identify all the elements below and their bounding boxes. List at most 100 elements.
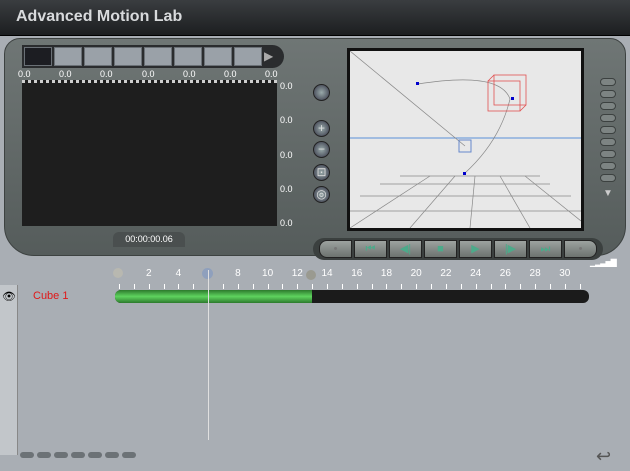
y-axis-label: 0.0 [280, 150, 293, 160]
play-button[interactable]: ▶ [459, 240, 492, 258]
strip-cell[interactable] [114, 47, 142, 66]
ruler-tick [119, 284, 120, 289]
ruler-tick [490, 284, 492, 289]
ruler-label: 2 [145, 268, 152, 279]
ruler-label: 26 [499, 268, 511, 279]
ruler-tick [282, 284, 284, 289]
ruler-label: 28 [529, 268, 541, 279]
time-display: 00:00:00.06 [113, 232, 185, 247]
strip-cell[interactable] [204, 47, 232, 66]
ruler-label: 14 [321, 268, 333, 279]
loop-button[interactable]: • [564, 240, 597, 258]
bottom-button[interactable] [88, 452, 102, 458]
x-axis-label: 0.0 [100, 69, 113, 79]
bottom-button[interactable] [20, 452, 34, 458]
strip-cell[interactable] [54, 47, 82, 66]
ruler-tick [520, 284, 522, 289]
ruler-tick [401, 284, 403, 289]
ruler-label: 18 [380, 268, 393, 279]
playhead-line[interactable] [208, 270, 210, 440]
track-bar[interactable] [115, 290, 589, 303]
side-button[interactable] [600, 138, 616, 146]
curve-thumbnail[interactable] [24, 47, 52, 66]
ruler-tick [148, 284, 150, 289]
ruler-tick [178, 284, 180, 289]
zoom-out-icon[interactable]: − [313, 141, 330, 158]
y-axis-label: 0.0 [280, 115, 293, 125]
track-name[interactable]: Cube 1 [33, 290, 68, 302]
ruler-label: 8 [235, 268, 241, 279]
ruler-tick [356, 284, 358, 289]
side-button[interactable] [600, 162, 616, 170]
ruler-tick [535, 284, 537, 289]
fit-icon[interactable]: ⊡ [313, 164, 330, 181]
volume-icon[interactable]: ▁▂▃▅▇ [590, 258, 617, 267]
side-button[interactable] [600, 90, 616, 98]
side-button[interactable] [600, 78, 616, 86]
visibility-eye-icon[interactable]: 👁 [2, 290, 16, 303]
3d-viewport[interactable] [347, 48, 584, 231]
frame-all-icon[interactable]: ◎ [313, 186, 330, 203]
step-back-button[interactable]: ◀| [389, 240, 422, 258]
start-marker[interactable] [113, 268, 123, 278]
ruler-tick [327, 284, 329, 289]
y-axis-label: 0.0 [280, 81, 293, 91]
bottom-button[interactable] [71, 452, 85, 458]
ruler-tick [223, 284, 225, 289]
y-axis-label: 0.0 [280, 184, 293, 194]
ruler-label: 22 [440, 268, 452, 279]
side-button[interactable] [600, 174, 616, 182]
strip-cell[interactable] [174, 47, 202, 66]
bottom-button[interactable] [105, 452, 119, 458]
bottom-button[interactable] [37, 452, 51, 458]
track-sidebar [0, 285, 18, 455]
x-axis-label: 0.0 [224, 69, 237, 79]
strip-cell[interactable] [84, 47, 112, 66]
ruler-label: 30 [559, 268, 571, 279]
ruler-label: 10 [262, 268, 274, 279]
y-axis-label: 0.0 [280, 218, 293, 228]
ruler-label: 12 [291, 268, 303, 279]
ruler-tick [237, 284, 239, 289]
ruler-tick [386, 284, 388, 289]
ruler-tick [163, 284, 165, 289]
go-to-end-button[interactable]: ⏭ [529, 240, 562, 258]
app-title: Advanced Motion Lab [16, 8, 183, 25]
strip-arrow-icon[interactable]: ▶ [264, 47, 273, 66]
bottom-button[interactable] [54, 452, 68, 458]
ruler-tick [297, 284, 299, 289]
end-marker[interactable] [306, 270, 316, 280]
go-to-start-button[interactable]: ⏮ [354, 240, 387, 258]
bottom-button[interactable] [122, 452, 136, 458]
knob-button[interactable] [313, 84, 330, 101]
strip-cell[interactable] [144, 47, 172, 66]
zoom-in-icon[interactable]: + [313, 120, 330, 137]
ruler-tick [475, 284, 477, 289]
title-bar: Advanced Motion Lab [0, 0, 630, 36]
ruler-tick [252, 284, 254, 289]
ruler-tick [267, 284, 269, 289]
ruler-label: 20 [410, 268, 422, 279]
step-forward-button[interactable]: |▶ [494, 240, 527, 258]
transport-controls: • ⏮ ◀| ■ ▶ |▶ ⏭ • [313, 238, 603, 260]
side-button[interactable] [600, 114, 616, 122]
ruler-tick [549, 284, 551, 289]
strip-cell[interactable] [234, 47, 262, 66]
track-progress [115, 290, 313, 303]
return-arrow-icon[interactable]: ↩ [596, 446, 611, 467]
side-button[interactable] [600, 150, 616, 158]
ruler-tick [564, 284, 566, 289]
scroll-down-icon[interactable]: ▼ [603, 188, 613, 199]
keyframe-strip[interactable]: ▶ [22, 45, 284, 68]
motion-graph[interactable] [22, 80, 277, 226]
ruler-tick [312, 284, 314, 289]
ruler-tick [341, 284, 343, 289]
ruler-tick [445, 284, 447, 289]
record-button[interactable]: • [319, 240, 352, 258]
ruler-tick [193, 284, 195, 289]
stop-button[interactable]: ■ [424, 240, 457, 258]
ruler-tick [460, 284, 462, 289]
side-button[interactable] [600, 102, 616, 110]
side-button[interactable] [600, 126, 616, 134]
x-axis-label: 0.0 [183, 69, 196, 79]
